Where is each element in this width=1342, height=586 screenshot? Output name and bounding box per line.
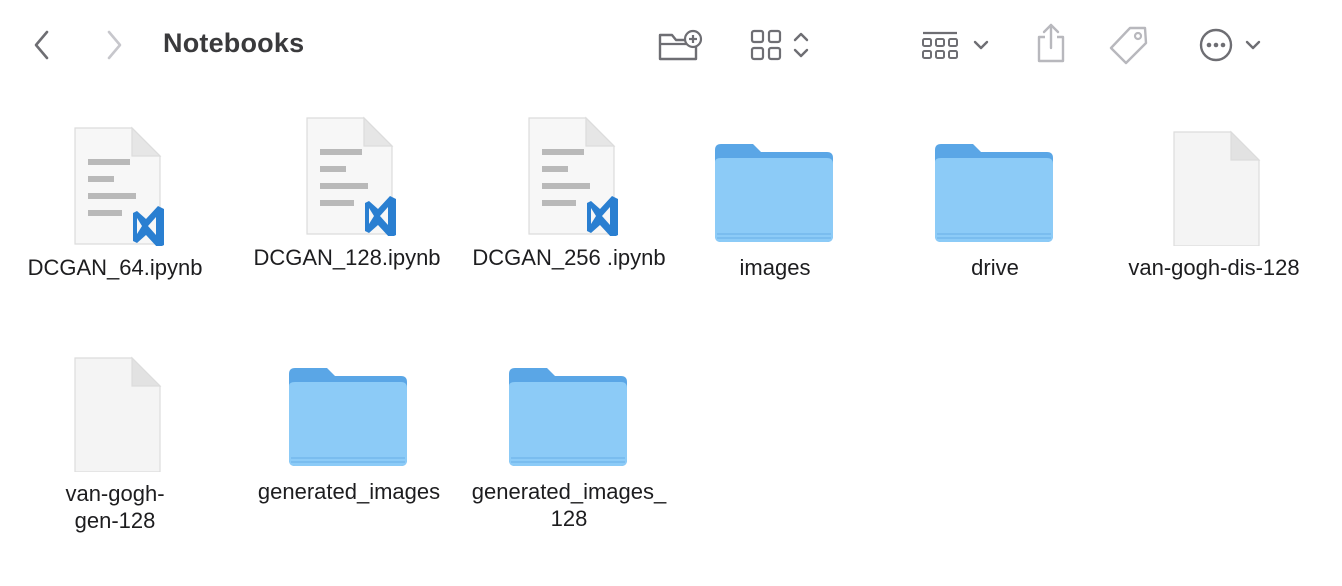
- notebook-file-icon: [306, 116, 396, 236]
- folder-item[interactable]: drive: [885, 126, 1105, 281]
- file-name: van-gogh-dis-128: [1128, 255, 1300, 280]
- view-mode-button[interactable]: [742, 24, 818, 66]
- chevron-updown-icon: [793, 32, 809, 58]
- icon-grid-icon: [750, 29, 782, 61]
- ellipsis-circle-icon: [1199, 28, 1233, 62]
- folder-icon: [289, 368, 407, 466]
- chevron-left-icon: [34, 30, 49, 60]
- file-item[interactable]: DCGAN_64.ipynb: [5, 126, 225, 281]
- folder-icon: [935, 144, 1053, 242]
- folder-name: generated_images: [257, 479, 441, 504]
- file-item[interactable]: van-gogh-dis-128: [1104, 126, 1324, 281]
- document-icon: [74, 356, 162, 472]
- share-button[interactable]: [1030, 20, 1072, 66]
- file-item[interactable]: DCGAN_128.ipynb: [237, 116, 457, 271]
- file-item[interactable]: DCGAN_256 .ipynb: [459, 116, 679, 271]
- folder-icon: [509, 368, 627, 466]
- new-folder-button[interactable]: [654, 24, 706, 66]
- forward-button[interactable]: [96, 26, 132, 64]
- back-button[interactable]: [24, 26, 60, 64]
- group-by-button[interactable]: [914, 24, 996, 66]
- chevron-down-icon: [1245, 40, 1261, 50]
- chevron-right-icon: [107, 30, 122, 60]
- notebook-file-icon: [74, 126, 164, 246]
- folder-name: generated_images_128: [471, 479, 667, 531]
- more-actions-button[interactable]: [1192, 24, 1268, 66]
- chevron-down-icon: [973, 40, 989, 50]
- folder-name: drive: [971, 255, 1019, 280]
- notebook-file-icon: [528, 116, 618, 236]
- folder-plus-icon: [658, 29, 703, 61]
- file-name: DCGAN_256 .ipynb: [472, 245, 666, 270]
- file-name: DCGAN_64.ipynb: [27, 255, 203, 280]
- folder-item[interactable]: generated_images: [239, 350, 459, 505]
- document-icon: [1173, 130, 1261, 246]
- file-name: DCGAN_128.ipynb: [253, 245, 441, 270]
- tag-icon: [1109, 26, 1148, 65]
- share-icon: [1037, 23, 1065, 63]
- tags-button[interactable]: [1106, 22, 1152, 68]
- folder-item[interactable]: images: [665, 126, 885, 281]
- folder-name: images: [739, 255, 811, 280]
- toolbar: Notebooks: [0, 0, 1342, 92]
- folder-icon: [715, 144, 833, 242]
- group-icon: [922, 31, 958, 59]
- folder-item[interactable]: generated_images_128: [459, 350, 679, 532]
- file-item[interactable]: van-gogh-gen-128: [5, 352, 225, 534]
- window-title: Notebooks: [163, 28, 305, 58]
- file-grid: DCGAN_64.ipynb DCGAN_128.ipynb DCGAN_256…: [0, 92, 1342, 586]
- file-name: van-gogh-gen-128: [65, 481, 165, 533]
